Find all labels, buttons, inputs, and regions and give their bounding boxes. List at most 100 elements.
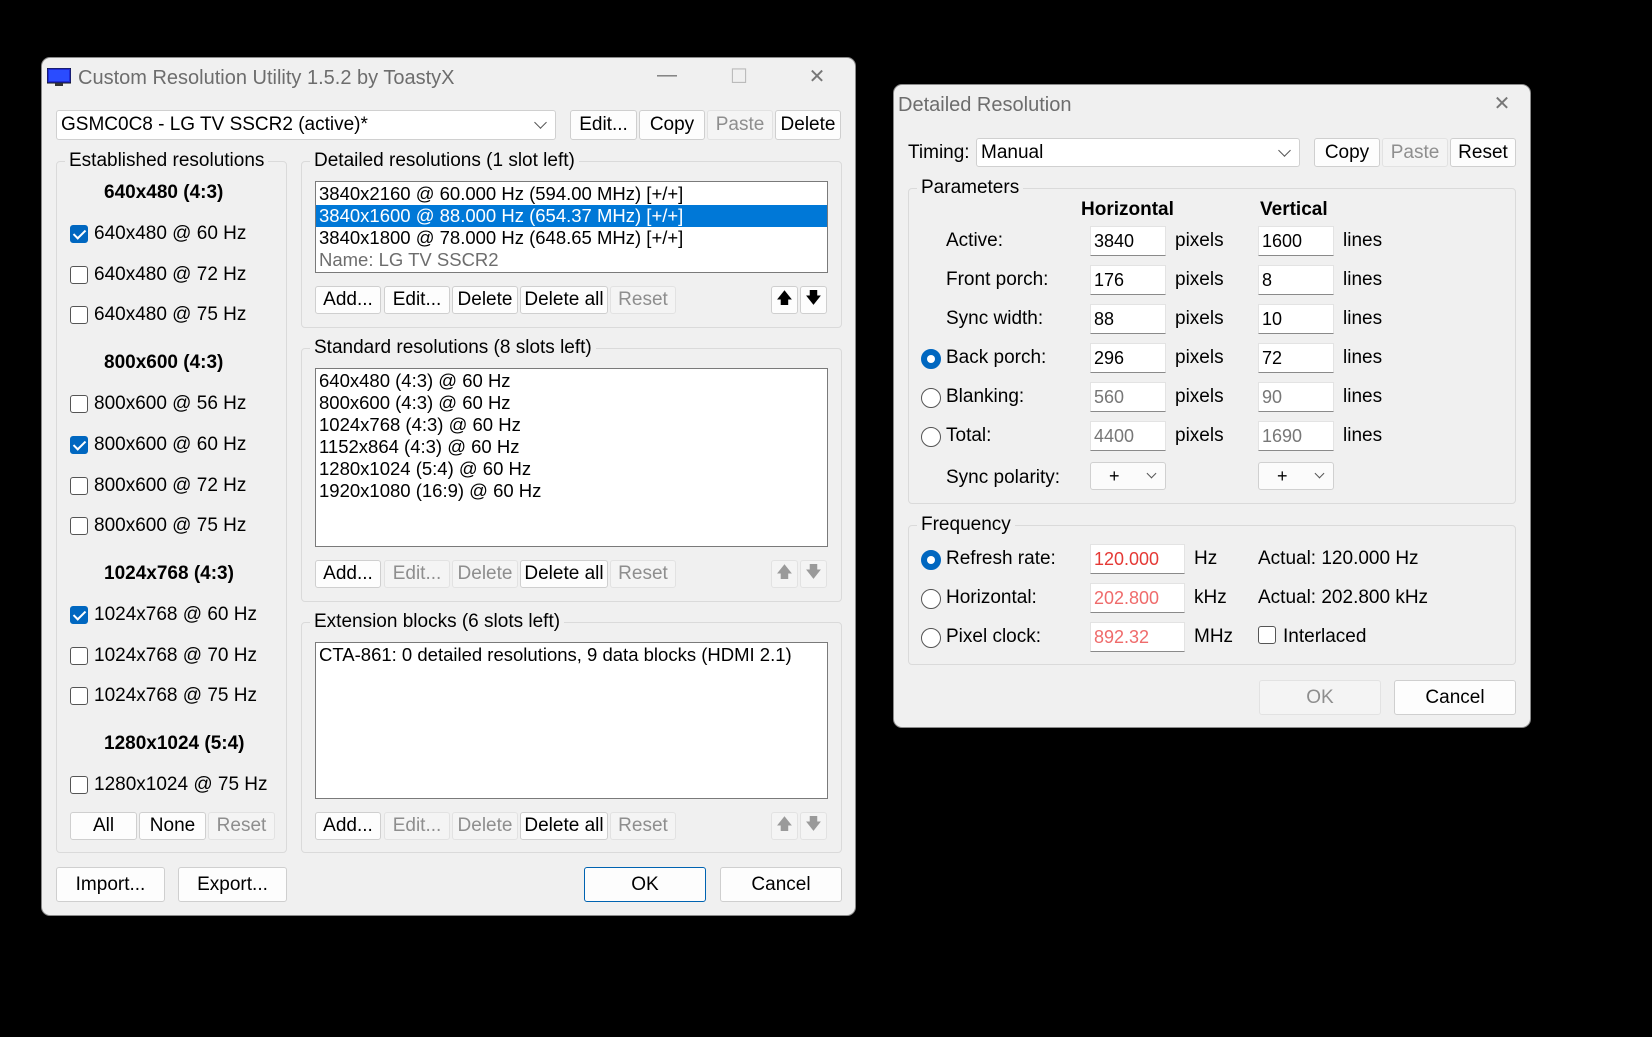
parameter-mode-radio[interactable] [921, 388, 941, 408]
detailed-add-button[interactable]: Add... [315, 286, 381, 314]
frequency-mode-radio[interactable] [921, 628, 941, 648]
vertical-value-input[interactable]: 1600 [1258, 226, 1334, 256]
established-resolution-label[interactable]: 1024x768 @ 70 Hz [94, 645, 257, 667]
vertical-value-input[interactable]: 8 [1258, 265, 1334, 295]
all-button[interactable]: All [70, 812, 137, 840]
frequency-mode-radio[interactable] [921, 550, 941, 570]
detailed-edit-button[interactable]: Edit... [384, 286, 450, 314]
horizontal-value-input[interactable]: 296 [1090, 343, 1166, 373]
frequency-value-input[interactable]: 202.800 [1090, 583, 1185, 613]
list-item[interactable]: 1920x1080 (16:9) @ 60 Hz [316, 480, 827, 502]
close-button[interactable]: ✕ [797, 64, 837, 89]
extension-delete-all-button[interactable]: Delete all [520, 812, 608, 840]
extension-reset-button[interactable]: Reset [610, 812, 676, 840]
standard-delete-button[interactable]: Delete [452, 560, 518, 588]
established-resolution-label[interactable]: 800x600 @ 75 Hz [94, 515, 246, 537]
established-resolution-label[interactable]: 800x600 @ 72 Hz [94, 475, 246, 497]
established-resolution-label[interactable]: 640x480 @ 75 Hz [94, 304, 246, 326]
extension-add-button[interactable]: Add... [315, 812, 381, 840]
established-resolution-checkbox[interactable] [70, 435, 88, 454]
established-resolution-label[interactable]: 1280x1024 @ 75 Hz [94, 774, 268, 796]
standard-edit-button[interactable]: Edit... [384, 560, 450, 588]
paste-button[interactable]: Paste [1382, 138, 1448, 167]
maximize-button[interactable]: ☐ [719, 64, 759, 89]
standard-resolutions-list[interactable]: 640x480 (4:3) @ 60 Hz 800x600 (4:3) @ 60 … [315, 368, 828, 547]
none-button[interactable]: None [139, 812, 206, 840]
list-item[interactable]: 3840x2160 @ 60.000 Hz (594.00 MHz) [+/+] [316, 183, 827, 205]
list-item[interactable]: CTA-861: 0 detailed resolutions, 9 data … [316, 644, 827, 666]
extension-blocks-list[interactable]: CTA-861: 0 detailed resolutions, 9 data … [315, 642, 828, 799]
parameter-mode-radio[interactable] [921, 427, 941, 447]
established-resolution-label[interactable]: 640x480 @ 72 Hz [94, 264, 246, 286]
interlaced-checkbox[interactable] [1258, 626, 1276, 644]
established-resolution-checkbox[interactable] [70, 646, 88, 665]
established-resolution-checkbox[interactable] [70, 395, 88, 414]
edit-monitor-button[interactable]: Edit... [570, 110, 637, 140]
import-button[interactable]: Import... [56, 867, 165, 902]
extension-edit-button[interactable]: Edit... [384, 812, 450, 840]
established-resolution-checkbox[interactable] [70, 776, 88, 794]
cancel-button[interactable]: Cancel [1394, 680, 1516, 715]
timing-select[interactable]: Manual [976, 138, 1300, 167]
vertical-value-input[interactable]: 90 [1258, 382, 1334, 412]
horizontal-value-input[interactable]: 3840 [1090, 226, 1166, 256]
established-resolution-checkbox[interactable] [70, 265, 88, 284]
standard-add-button[interactable]: Add... [315, 560, 381, 588]
reset-button[interactable]: Reset [1450, 138, 1516, 167]
horizontal-value-input[interactable]: 560 [1090, 382, 1166, 412]
established-resolution-label[interactable]: 800x600 @ 60 Hz [94, 434, 246, 456]
list-item[interactable]: 640x480 (4:3) @ 60 Hz [316, 370, 827, 392]
frequency-value-input[interactable]: 892.32 [1090, 622, 1185, 652]
minimize-button[interactable]: — [647, 64, 687, 87]
cancel-button[interactable]: Cancel [720, 867, 842, 902]
detailed-resolutions-list[interactable]: 3840x2160 @ 60.000 Hz (594.00 MHz) [+/+]… [315, 181, 828, 273]
established-resolution-label[interactable]: 640x480 @ 60 Hz [94, 223, 246, 245]
established-resolution-checkbox[interactable] [70, 687, 88, 706]
horizontal-value-input[interactable]: 88 [1090, 304, 1166, 334]
copy-button[interactable]: Copy [1314, 138, 1380, 167]
extension-move-down-button[interactable]: 🡇 [800, 812, 827, 840]
copy-button[interactable]: Copy [639, 110, 705, 140]
delete-button[interactable]: Delete [775, 110, 841, 140]
vertical-sync-polarity-select[interactable]: + [1258, 462, 1334, 490]
detailed-delete-all-button[interactable]: Delete all [520, 286, 608, 314]
ok-button[interactable]: OK [1259, 680, 1381, 715]
list-item[interactable]: 1152x864 (4:3) @ 60 Hz [316, 436, 827, 458]
detailed-reset-button[interactable]: Reset [610, 286, 676, 314]
close-button[interactable]: ✕ [1482, 91, 1522, 116]
paste-button[interactable]: Paste [707, 110, 773, 140]
list-item[interactable]: 3840x1600 @ 88.000 Hz (654.37 MHz) [+/+] [316, 205, 827, 227]
export-button[interactable]: Export... [178, 867, 287, 902]
established-resolution-label[interactable]: 1024x768 @ 60 Hz [94, 604, 257, 626]
monitor-select[interactable]: GSMC0C8 - LG TV SSCR2 (active)* [56, 110, 556, 140]
list-item[interactable]: 3840x1800 @ 78.000 Hz (648.65 MHz) [+/+] [316, 227, 827, 249]
established-resolution-checkbox[interactable] [70, 476, 88, 495]
vertical-value-input[interactable]: 72 [1258, 343, 1334, 373]
list-item[interactable]: 1280x1024 (5:4) @ 60 Hz [316, 458, 827, 480]
horizontal-sync-polarity-select[interactable]: + [1090, 462, 1166, 490]
detailed-move-up-button[interactable]: 🡅 [771, 286, 798, 314]
established-resolution-checkbox[interactable] [70, 306, 88, 325]
parameter-mode-radio[interactable] [921, 349, 941, 369]
horizontal-value-input[interactable]: 176 [1090, 265, 1166, 295]
list-item[interactable]: Name: LG TV SSCR2 [316, 249, 827, 271]
established-resolution-checkbox[interactable] [70, 605, 88, 624]
detailed-delete-button[interactable]: Delete [452, 286, 518, 314]
extension-delete-button[interactable]: Delete [452, 812, 518, 840]
established-resolution-checkbox[interactable] [70, 517, 88, 536]
horizontal-value-input[interactable]: 4400 [1090, 421, 1166, 451]
established-resolution-checkbox[interactable] [70, 225, 88, 243]
reset-established-button[interactable]: Reset [208, 812, 275, 840]
vertical-value-input[interactable]: 10 [1258, 304, 1334, 334]
established-resolution-label[interactable]: 1024x768 @ 75 Hz [94, 685, 257, 707]
ok-button[interactable]: OK [584, 867, 706, 902]
established-resolution-label[interactable]: 800x600 @ 56 Hz [94, 393, 246, 415]
detailed-move-down-button[interactable]: 🡇 [800, 286, 827, 314]
frequency-value-input[interactable]: 120.000 [1090, 544, 1185, 574]
standard-reset-button[interactable]: Reset [610, 560, 676, 588]
extension-move-up-button[interactable]: 🡅 [771, 812, 798, 840]
list-item[interactable]: 1024x768 (4:3) @ 60 Hz [316, 414, 827, 436]
list-item[interactable]: 800x600 (4:3) @ 60 Hz [316, 392, 827, 414]
standard-move-down-button[interactable]: 🡇 [800, 560, 827, 588]
standard-move-up-button[interactable]: 🡅 [771, 560, 798, 588]
